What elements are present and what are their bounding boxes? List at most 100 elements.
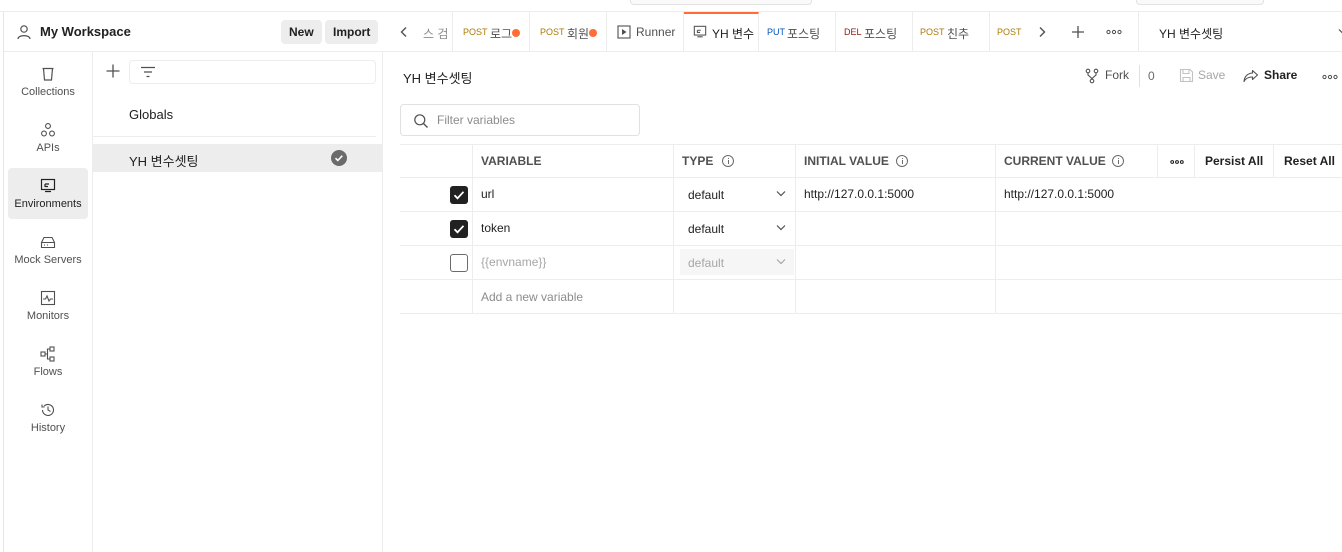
column-header: TYPE bbox=[682, 154, 714, 168]
tab-method: POST bbox=[997, 27, 1022, 37]
initial-value-cell[interactable] bbox=[796, 280, 996, 313]
workspace-title[interactable]: My Workspace bbox=[40, 24, 131, 39]
current-value-cell[interactable] bbox=[996, 246, 1342, 279]
header-cell-more[interactable] bbox=[1158, 145, 1195, 177]
fork-icon bbox=[1085, 68, 1099, 84]
env-item-label: YH 변수셋팅 bbox=[129, 154, 199, 169]
sidebar-item-environments[interactable]: Environments bbox=[8, 168, 88, 219]
current-value-cell[interactable] bbox=[996, 280, 1342, 313]
info-icon[interactable] bbox=[722, 155, 734, 167]
variable-name: url bbox=[481, 187, 495, 201]
type-select[interactable]: default bbox=[680, 215, 794, 241]
checkbox-checked[interactable] bbox=[450, 220, 468, 238]
trash-can-icon bbox=[42, 67, 54, 81]
sidebar-nav: Collections APIs Environments Mock Serve… bbox=[4, 52, 93, 552]
initial-value-cell[interactable] bbox=[796, 212, 996, 245]
environment-selector-label: YH 변수셋팅 bbox=[1159, 27, 1224, 41]
server-icon bbox=[40, 236, 56, 249]
initial-value-cell[interactable] bbox=[796, 246, 996, 279]
variable-cell[interactable]: Add a new variable bbox=[473, 280, 674, 313]
type-cell: default bbox=[674, 246, 796, 279]
tab-item[interactable]: PUT 포스팅 bbox=[759, 12, 836, 52]
environment-filter-input[interactable] bbox=[129, 60, 376, 84]
table-header-row: VARIABLE TYPE INITIAL VALUE CURRENT VALU… bbox=[400, 144, 1342, 178]
checkbox-unchecked[interactable] bbox=[450, 254, 468, 272]
tab-item[interactable]: 스 검 bbox=[415, 12, 453, 52]
tab-method: POST bbox=[920, 27, 945, 37]
sidebar-item-label: APIs bbox=[36, 142, 60, 154]
tab-item[interactable]: POST bbox=[990, 12, 1023, 52]
tab-method: DEL bbox=[844, 27, 862, 37]
reset-all-button[interactable]: Reset All bbox=[1284, 154, 1335, 168]
tab-item[interactable]: Runner bbox=[607, 12, 684, 52]
env-item-globals[interactable]: Globals bbox=[93, 100, 383, 128]
sidebar-item-collections[interactable]: Collections bbox=[8, 56, 88, 107]
sidebar-item-apis[interactable]: APIs bbox=[8, 112, 88, 163]
info-icon[interactable] bbox=[896, 155, 908, 167]
tab-item[interactable]: POST 로그 bbox=[453, 12, 530, 52]
sidebar-item-label: Flows bbox=[33, 366, 63, 378]
plus-icon[interactable] bbox=[105, 63, 121, 79]
column-header: VARIABLE bbox=[481, 154, 542, 168]
chevron-left-icon[interactable] bbox=[397, 25, 411, 39]
chevron-down-icon bbox=[776, 225, 786, 231]
checkbox-checked[interactable] bbox=[450, 186, 468, 204]
variable-cell[interactable]: url bbox=[473, 178, 674, 211]
type-select[interactable]: default bbox=[680, 249, 794, 275]
sidebar-item-mock-servers[interactable]: Mock Servers bbox=[8, 224, 88, 275]
variable-cell[interactable]: token bbox=[473, 212, 674, 245]
more-icon[interactable] bbox=[1322, 74, 1338, 80]
share-icon bbox=[1243, 69, 1259, 83]
row-checkbox-cell bbox=[400, 212, 473, 245]
sidebar-item-monitors[interactable]: Monitors bbox=[8, 280, 88, 331]
variable-cell[interactable]: {{envname}} bbox=[473, 246, 674, 279]
type-select[interactable]: default bbox=[680, 181, 794, 207]
tab-item[interactable]: DEL 포스팅 bbox=[836, 12, 913, 52]
plus-icon[interactable] bbox=[1071, 25, 1085, 39]
import-button[interactable]: Import bbox=[325, 20, 379, 44]
save-button[interactable]: Save bbox=[1198, 68, 1225, 82]
filter-variables-input[interactable]: Filter variables bbox=[400, 104, 640, 136]
chevron-right-icon[interactable] bbox=[1035, 25, 1049, 39]
tab-item-active[interactable]: YH 변수 bbox=[684, 12, 759, 52]
persist-all-button[interactable]: Persist All bbox=[1205, 154, 1263, 168]
tab-item[interactable]: POST 친추 bbox=[913, 12, 990, 52]
fork-count: 0 bbox=[1148, 69, 1155, 83]
active-check-icon[interactable] bbox=[331, 150, 347, 166]
type-value: default bbox=[688, 256, 725, 270]
tab-item[interactable]: POST 회원 bbox=[530, 12, 607, 52]
current-value-cell[interactable]: http://127.0.0.1:5000 bbox=[996, 178, 1342, 211]
type-value: default bbox=[688, 222, 725, 236]
search-bar-remnant[interactable] bbox=[630, 0, 812, 5]
initial-value-cell[interactable]: http://127.0.0.1:5000 bbox=[796, 178, 996, 211]
postman-app: My Workspace New Import Collections APIs… bbox=[0, 0, 1342, 552]
tab-label: YH 변수 bbox=[712, 27, 755, 41]
runner-icon bbox=[617, 25, 631, 39]
environment-selector[interactable]: YH 변수셋팅 bbox=[1138, 12, 1342, 52]
tab-label: 포스팅 bbox=[864, 27, 898, 41]
header-cell-persist: Persist All bbox=[1195, 145, 1274, 177]
column-header: CURRENT VALUE bbox=[1004, 154, 1106, 168]
page-title[interactable]: YH 변수셋팅 bbox=[403, 68, 473, 87]
current-value-cell[interactable] bbox=[996, 212, 1342, 245]
info-icon[interactable] bbox=[1112, 155, 1124, 167]
sidebar-item-label: Mock Servers bbox=[14, 254, 82, 266]
row-checkbox-cell bbox=[400, 178, 473, 211]
more-icon[interactable] bbox=[1170, 159, 1184, 165]
tab-label: 회원 bbox=[567, 27, 590, 41]
env-item-selected[interactable]: YH 변수셋팅 bbox=[93, 144, 383, 172]
sidebar-item-flows[interactable]: Flows bbox=[8, 336, 88, 387]
header-cell-checkbox bbox=[400, 145, 473, 177]
sidebar-item-history[interactable]: History bbox=[8, 392, 88, 443]
initial-value: http://127.0.0.1:5000 bbox=[804, 187, 915, 201]
account-remnant[interactable] bbox=[1136, 0, 1264, 5]
new-button[interactable]: New bbox=[281, 20, 322, 44]
tab-label: 스 검 bbox=[423, 27, 449, 41]
fork-button[interactable]: Fork bbox=[1105, 68, 1129, 82]
more-icon[interactable] bbox=[1106, 29, 1122, 35]
add-variable-placeholder: Add a new variable bbox=[481, 290, 584, 304]
type-cell bbox=[674, 280, 796, 313]
share-button[interactable]: Share bbox=[1264, 68, 1297, 82]
chevron-down-icon bbox=[776, 191, 786, 197]
table-row-add: Add a new variable bbox=[400, 280, 1342, 314]
